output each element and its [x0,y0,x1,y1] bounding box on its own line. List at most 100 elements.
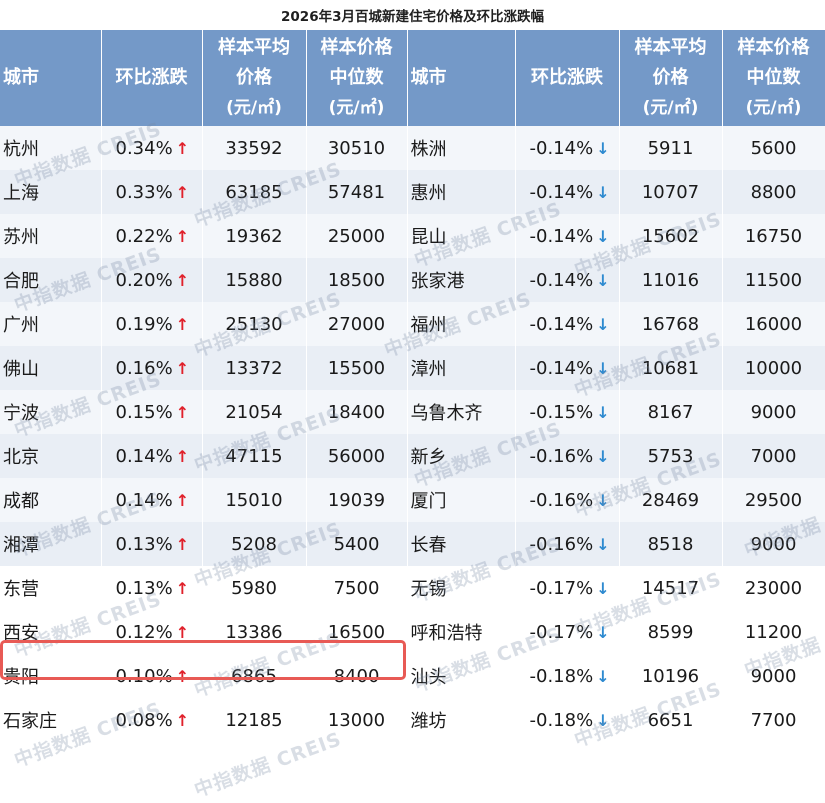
table-row: 佛山 0.16% ↑ 13372 15500 漳州 -0.14% ↓ 10681 10000 [0,346,825,390]
header-avg-right: 样本平均 价格 (元/㎡) [619,30,723,126]
arrow-up-icon: ↑ [175,358,190,378]
avg-price-cell-text: 6651 [647,709,694,731]
arrow-down-icon: ↓ [596,358,610,378]
median-price-cell-text: 9000 [750,533,797,555]
median-price-cell-text: 13000 [327,709,386,731]
table-row: 东营 0.13% ↑ 5980 7500 无锡 -0.17% ↓ 14517 23000 [0,566,825,610]
median-price-cell: 16500 [306,610,408,654]
median-price-cell: 19039 [306,478,408,522]
avg-price-cell-text: 10681 [641,357,700,379]
median-price-cell-text: 7000 [750,445,797,467]
avg-price-cell-text: 8599 [647,621,694,643]
table-row: 上海 0.33% ↑ 63185 57481 惠州 -0.14% ↓ 10707 8800 [0,170,825,214]
table-row: 成都 0.14% ↑ 15010 19039 厦门 -0.16% ↓ 28469 29500 [0,478,825,522]
header-unit: (元/㎡) [642,98,699,118]
median-price-cell-text: 11500 [744,269,803,291]
avg-price-cell-text: 11016 [641,269,700,291]
change-cell-text: -0.14% [529,357,594,379]
median-price-cell-text: 18500 [327,269,386,291]
avg-price-cell-text: 8167 [647,401,694,423]
median-price-cell: 9000 [722,522,825,566]
change-cell: -0.14% ↓ [515,346,620,390]
arrow-down-icon: ↓ [596,622,610,642]
avg-price-cell: 8167 [619,390,723,434]
change-cell-text: 0.34% [115,137,173,159]
change-cell: 0.14% ↑ [101,434,203,478]
avg-price-cell-text: 25130 [225,313,283,335]
city-cell: 长春 [407,522,516,566]
median-price-cell: 7000 [722,434,825,478]
avg-price-cell: 10196 [619,654,723,698]
median-price-cell: 30510 [306,126,408,170]
change-cell: 0.20% ↑ [101,258,203,302]
city-cell-text: 西安 [3,623,39,644]
median-price-cell: 27000 [306,302,408,346]
change-cell: 0.10% ↑ [101,654,203,698]
header-unit: (元/㎡) [328,98,385,118]
change-cell: 0.19% ↑ [101,302,203,346]
arrow-up-icon: ↑ [175,710,190,730]
arrow-up-icon: ↑ [175,446,190,466]
table-title: 2026年3月百城新建住宅价格及环比涨跌幅 [281,9,544,25]
city-cell-text: 株洲 [410,139,447,160]
arrow-up-icon: ↑ [175,402,190,422]
median-price-cell-text: 30510 [327,137,386,159]
city-cell: 佛山 [0,346,102,390]
change-cell: -0.14% ↓ [515,126,620,170]
change-cell-text: -0.16% [529,445,594,467]
change-cell: -0.14% ↓ [515,302,620,346]
avg-price-cell-text: 13386 [225,621,283,643]
median-price-cell: 15500 [306,346,408,390]
city-cell-text: 昆山 [410,227,447,248]
change-cell-text: -0.16% [529,533,594,555]
median-price-cell: 8400 [306,654,408,698]
change-cell-text: 0.19% [115,313,173,335]
avg-price-cell: 15602 [619,214,723,258]
change-cell: -0.14% ↓ [515,214,620,258]
city-cell: 呼和浩特 [407,610,516,654]
header-median-line1: 样本价格 [737,37,810,58]
avg-price-cell-text: 10196 [641,665,700,687]
change-cell: 0.13% ↑ [101,566,203,610]
change-cell-text: -0.17% [529,621,594,643]
median-price-cell: 18400 [306,390,408,434]
city-cell-text: 宁波 [3,403,39,424]
median-price-cell: 29500 [722,478,825,522]
city-cell-text: 新乡 [410,447,447,468]
header-change-left: 环比涨跌 [101,30,203,126]
city-cell: 潍坊 [407,698,516,742]
change-cell-text: 0.08% [115,709,173,731]
city-cell-text: 张家港 [410,271,465,292]
median-price-cell-text: 9000 [750,401,797,423]
arrow-down-icon: ↓ [596,490,610,510]
change-cell: 0.22% ↑ [101,214,203,258]
city-cell-text: 长春 [410,535,447,556]
median-price-cell-text: 29500 [744,489,803,511]
city-cell-text: 贵阳 [3,667,39,688]
city-cell-text: 广州 [3,315,39,336]
median-price-cell-text: 23000 [744,577,803,599]
avg-price-cell: 28469 [619,478,723,522]
change-cell-text: 0.33% [115,181,173,203]
avg-price-cell: 13386 [202,610,307,654]
median-price-cell-text: 9000 [750,665,797,687]
median-price-cell: 23000 [722,566,825,610]
table-row: 西安 0.12% ↑ 13386 16500 呼和浩特 -0.17% ↓ 8599 11200 [0,610,825,654]
avg-price-cell-text: 8518 [647,533,694,555]
avg-price-cell: 12185 [202,698,307,742]
median-price-cell-text: 5400 [333,533,380,555]
table-row: 广州 0.19% ↑ 25130 27000 福州 -0.14% ↓ 16768 16000 [0,302,825,346]
arrow-down-icon: ↓ [596,710,610,730]
median-price-cell-text: 7700 [750,709,797,731]
avg-price-cell: 11016 [619,258,723,302]
avg-price-cell: 16768 [619,302,723,346]
change-cell: -0.16% ↓ [515,522,620,566]
header-avg-line1: 样本平均 [634,37,707,58]
table-row: 北京 0.14% ↑ 47115 56000 新乡 -0.16% ↓ 5753 7000 [0,434,825,478]
city-cell: 新乡 [407,434,516,478]
avg-price-cell: 10707 [619,170,723,214]
median-price-cell-text: 27000 [327,313,386,335]
avg-price-cell: 5980 [202,566,307,610]
median-price-cell-text: 7500 [333,577,380,599]
header-row: 城市 环比涨跌 样本平均 价格 (元/㎡) 样本价格 中位数 (元/㎡) 城市 环比涨跌… [0,30,825,126]
